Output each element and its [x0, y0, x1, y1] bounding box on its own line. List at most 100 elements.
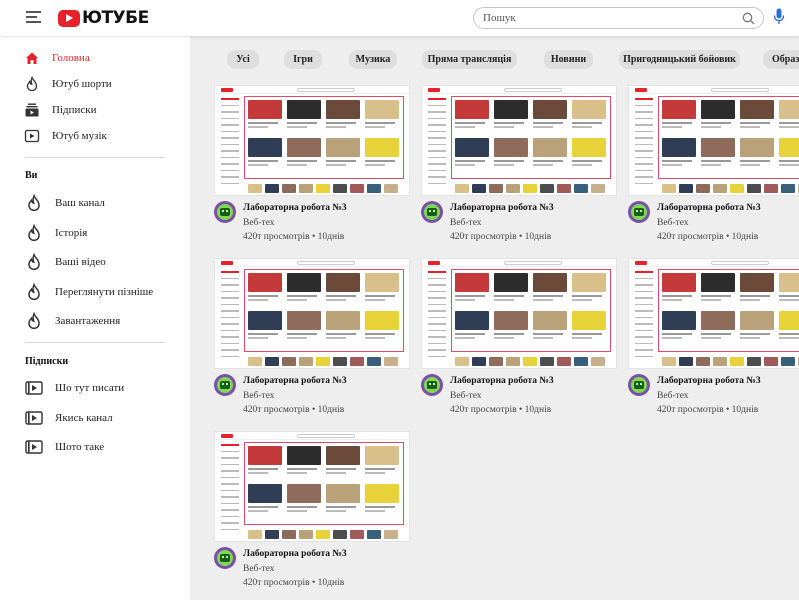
chip-live[interactable]: Пряма трансляція — [422, 50, 517, 69]
sidebar-item-music[interactable]: Ютуб музік — [0, 123, 190, 149]
search-box[interactable] — [473, 7, 764, 29]
video-card[interactable]: Лабораторна робота №3 Веб-тех 420т просмот… — [421, 258, 617, 418]
video-card[interactable]: Лабораторна робота №3 Веб-тех 420т просмот… — [628, 258, 799, 418]
chip-action-adventure[interactable]: Пригодницький бойовик — [619, 50, 740, 69]
video-title[interactable]: Лабораторна робота №3 — [243, 549, 347, 559]
sidebar-item-shorts[interactable]: Ютуб шорти — [0, 71, 190, 97]
channel-avatar[interactable] — [214, 547, 236, 569]
thumbnail-header — [422, 259, 616, 267]
video-card[interactable]: Лабораторна робота №3 Веб-тех 420т просмот… — [214, 85, 410, 245]
subscriptions-icon — [25, 103, 39, 117]
main-content: Усі Ігри Музика Пряма трансляція Новини … — [190, 36, 799, 600]
channel-name[interactable]: Веб-тех — [243, 218, 275, 228]
sidebar-divider — [25, 157, 165, 158]
sidebar-item-channel-1[interactable]: Шо тут писати — [0, 375, 190, 401]
thumbnail-header — [215, 86, 409, 94]
chip-games[interactable]: Ігри — [284, 50, 322, 69]
channel-avatar[interactable] — [214, 374, 236, 396]
channel-avatar[interactable] — [421, 201, 443, 223]
top-bar: ЮТУБЕ — [0, 0, 799, 36]
subscriptions-section-title: Підписки — [25, 356, 69, 367]
channel-name[interactable]: Веб-тех — [243, 564, 275, 574]
thumbnail-sidebar — [635, 271, 655, 367]
video-meta: 420т просмотрів • 10днів — [657, 405, 759, 415]
sidebar-item-label: Ваші відео — [55, 256, 106, 268]
channel-name[interactable]: Веб-тех — [450, 391, 482, 401]
video-title[interactable]: Лабораторна робота №3 — [243, 376, 347, 386]
sidebar-item-history[interactable]: Історія — [0, 220, 190, 246]
thumbnail-header — [629, 259, 799, 267]
sidebar: Головна Ютуб шорти Підписки Ютуб музік В… — [0, 36, 190, 600]
sidebar-item-channel-2[interactable]: Якись канал — [0, 405, 190, 431]
sidebar-item-your-channel[interactable]: Ваш канал — [0, 190, 190, 216]
music-play-icon — [24, 129, 40, 143]
video-title[interactable]: Лабораторна робота №3 — [657, 376, 761, 386]
sidebar-item-label: Шото таке — [55, 441, 105, 453]
sidebar-item-label: Головна — [52, 52, 90, 64]
sidebar-item-home[interactable]: Головна — [0, 45, 190, 71]
channel-name[interactable]: Веб-тех — [243, 391, 275, 401]
sidebar-item-label: Ваш канал — [55, 197, 105, 209]
video-thumbnail[interactable] — [421, 85, 617, 196]
thumbnail-header — [215, 432, 409, 440]
sidebar-item-watch-later[interactable]: Переглянути пізніше — [0, 279, 190, 305]
video-thumbnail[interactable] — [421, 258, 617, 369]
chip-music[interactable]: Музика — [349, 50, 397, 69]
chip-more[interactable]: Образ — [763, 50, 799, 69]
channel-avatar[interactable] — [421, 374, 443, 396]
video-card[interactable]: Лабораторна робота №3 Веб-тех 420т просмот… — [214, 431, 410, 591]
channel-name[interactable]: Веб-тех — [450, 218, 482, 228]
video-thumbnail[interactable] — [214, 85, 410, 196]
video-play-icon — [25, 440, 43, 454]
video-title[interactable]: Лабораторна робота №3 — [243, 203, 347, 213]
channel-name[interactable]: Веб-тех — [657, 218, 689, 228]
video-thumbnail[interactable] — [628, 85, 799, 196]
video-card[interactable]: Лабораторна робота №3 Веб-тех 420т просмот… — [421, 85, 617, 245]
category-chips: Усі Ігри Музика Пряма трансляція Новини … — [190, 50, 799, 70]
channel-name[interactable]: Веб-тех — [657, 391, 689, 401]
thumbnail-sidebar — [428, 271, 448, 367]
video-meta: 420т просмотрів • 10днів — [243, 405, 345, 415]
channel-avatar[interactable] — [628, 374, 650, 396]
video-meta: 420т просмотрів • 10днів — [243, 578, 345, 588]
sidebar-item-subscriptions[interactable]: Підписки — [0, 97, 190, 123]
flame-icon — [28, 253, 40, 271]
video-thumbnail[interactable] — [214, 258, 410, 369]
search-input[interactable] — [483, 10, 733, 26]
sidebar-item-label: Історія — [55, 227, 88, 239]
site-logo[interactable]: ЮТУБЕ — [58, 8, 149, 28]
you-section-title: Ви — [25, 170, 38, 181]
sidebar-item-channel-3[interactable]: Шото таке — [0, 434, 190, 460]
video-card[interactable]: Лабораторна робота №3 Веб-тех 420т просмот… — [628, 85, 799, 245]
sidebar-item-label: Якись канал — [55, 412, 113, 424]
thumbnail-header — [629, 86, 799, 94]
channel-avatar[interactable] — [214, 201, 236, 223]
video-meta: 420т просмотрів • 10днів — [450, 232, 552, 242]
hamburger-menu-icon[interactable] — [26, 11, 41, 23]
logo-play-icon — [58, 9, 80, 27]
sidebar-item-label: Ютуб музік — [52, 130, 107, 142]
channel-avatar[interactable] — [628, 201, 650, 223]
sidebar-item-label: Переглянути пізніше — [55, 286, 154, 298]
chip-news[interactable]: Новини — [544, 50, 593, 69]
search-icon[interactable] — [742, 12, 755, 25]
sidebar-item-label: Шо тут писати — [55, 382, 125, 394]
video-title[interactable]: Лабораторна робота №3 — [450, 203, 554, 213]
video-title[interactable]: Лабораторна робота №3 — [657, 203, 761, 213]
video-meta: 420т просмотрів • 10днів — [243, 232, 345, 242]
thumbnail-sidebar — [635, 98, 655, 194]
flame-icon — [28, 194, 40, 212]
video-thumbnail[interactable] — [214, 431, 410, 542]
sidebar-item-downloads[interactable]: Завантаження — [0, 308, 190, 334]
sidebar-item-label: Ютуб шорти — [52, 78, 112, 90]
thumbnail-sidebar — [221, 444, 241, 540]
flame-icon — [26, 76, 38, 92]
video-thumbnail[interactable] — [628, 258, 799, 369]
chip-all[interactable]: Усі — [227, 50, 259, 69]
flame-icon — [28, 283, 40, 301]
microphone-icon[interactable] — [773, 8, 785, 26]
home-icon — [26, 52, 38, 64]
sidebar-item-your-videos[interactable]: Ваші відео — [0, 249, 190, 275]
video-card[interactable]: Лабораторна робота №3 Веб-тех 420т просмот… — [214, 258, 410, 418]
video-title[interactable]: Лабораторна робота №3 — [450, 376, 554, 386]
